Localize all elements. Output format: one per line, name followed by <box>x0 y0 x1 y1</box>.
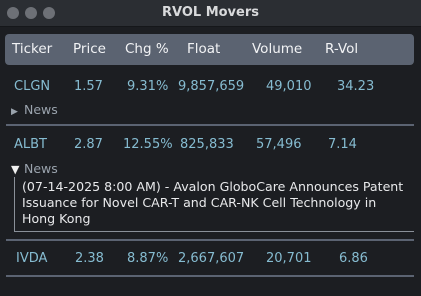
price-cell: 1.57 <box>74 79 103 94</box>
float-cell: 825,833 <box>180 137 234 152</box>
change-cell: 12.55% <box>123 137 173 152</box>
table-header: Ticker Price Chg % Float Volume R-Vol <box>5 34 414 65</box>
row-divider <box>6 239 414 241</box>
price-cell: 2.87 <box>74 137 103 152</box>
ticker-cell: ALBT <box>14 137 47 152</box>
float-cell: 2,667,607 <box>178 251 245 266</box>
title-bar: RVOL Movers <box>0 0 421 27</box>
triangle-right-icon: ▶ <box>11 107 18 117</box>
column-header-rvol[interactable]: R-Vol <box>325 41 358 57</box>
news-headline[interactable]: (07-14-2025 8:00 AM) - Avalon GloboCare … <box>22 179 410 227</box>
price-cell: 2.38 <box>75 251 104 266</box>
app-window: RVOL Movers Ticker Price Chg % Float Vol… <box>0 0 421 296</box>
ticker-cell: CLGN <box>14 79 51 94</box>
row-divider <box>6 124 414 126</box>
volume-cell: 57,496 <box>256 137 302 152</box>
row-divider <box>6 275 414 277</box>
window-title: RVOL Movers <box>161 5 259 20</box>
change-cell: 9.31% <box>127 79 169 94</box>
column-header-float[interactable]: Float <box>187 41 220 57</box>
news-label: News <box>24 161 58 176</box>
news-toggle[interactable]: ▼ News <box>11 161 58 176</box>
news-label: News <box>24 102 58 117</box>
rvol-cell: 34.23 <box>337 79 375 94</box>
rvol-cell: 6.86 <box>339 251 368 266</box>
rvol-cell: 7.14 <box>328 137 357 152</box>
ticker-cell: IVDA <box>16 251 48 266</box>
column-header-price[interactable]: Price <box>73 41 106 57</box>
volume-cell: 49,010 <box>266 79 312 94</box>
column-header-volume[interactable]: Volume <box>252 41 302 57</box>
column-header-chg[interactable]: Chg % <box>125 41 169 57</box>
volume-cell: 20,701 <box>266 251 312 266</box>
news-toggle[interactable]: ▶ News <box>11 102 58 117</box>
change-cell: 8.87% <box>127 251 169 266</box>
float-cell: 9,857,659 <box>178 79 245 94</box>
triangle-down-icon: ▼ <box>11 163 20 176</box>
column-header-ticker[interactable]: Ticker <box>12 41 52 57</box>
